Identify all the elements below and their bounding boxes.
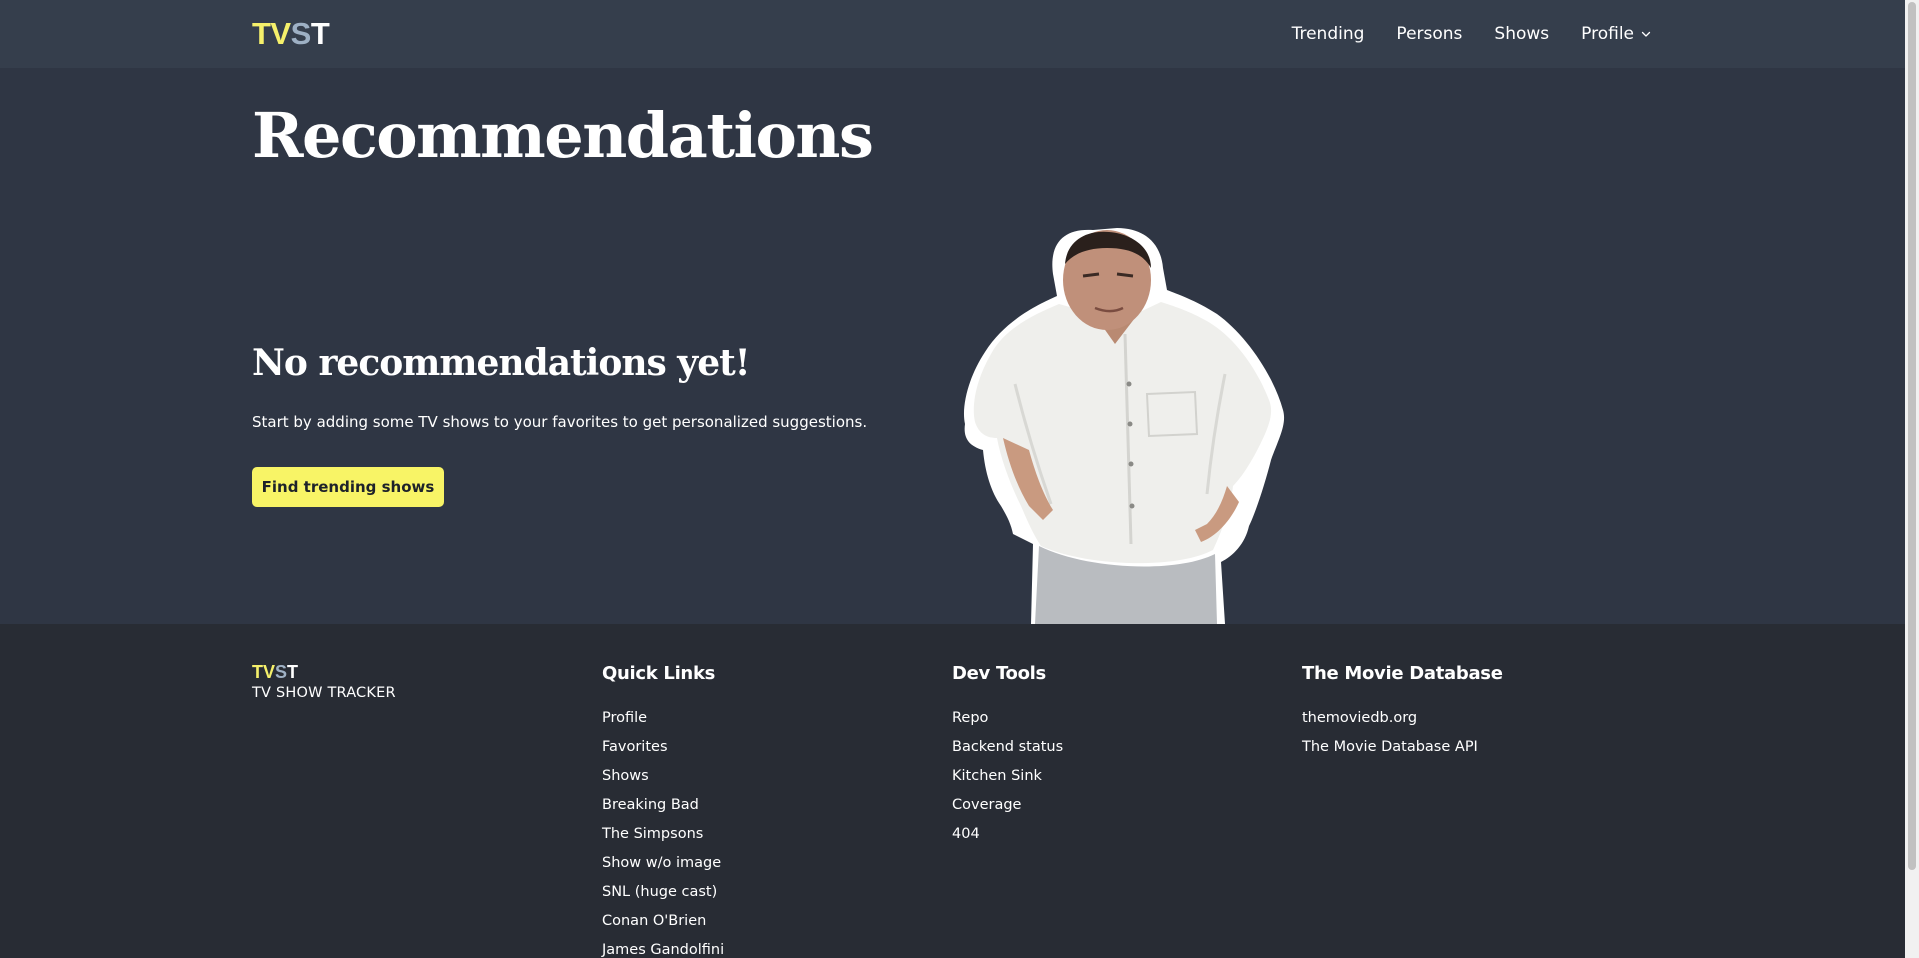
scrollbar-thumb[interactable] xyxy=(1908,2,1916,870)
footer-link-the-simpsons[interactable]: The Simpsons xyxy=(602,820,724,849)
page: TVST Trending Persons Shows Profile Reco… xyxy=(0,0,1905,958)
footer-dev-tools-list: Repo Backend status Kitchen Sink Coverag… xyxy=(952,704,1063,849)
nav-shows-link[interactable]: Shows xyxy=(1494,24,1549,44)
nav-persons-link[interactable]: Persons xyxy=(1396,24,1462,44)
footer-link-snl[interactable]: SNL (huge cast) xyxy=(602,878,724,907)
footer-brand: TVST TV SHOW TRACKER xyxy=(252,662,396,702)
empty-state-text: Start by adding some TV shows to your fa… xyxy=(252,413,868,431)
footer-logo[interactable]: TVST xyxy=(252,662,396,682)
footer-link-profile[interactable]: Profile xyxy=(602,704,724,733)
footer-link-tmdb-api[interactable]: The Movie Database API xyxy=(1302,733,1503,762)
footer-link-kitchen-sink[interactable]: Kitchen Sink xyxy=(952,762,1063,791)
site-logo[interactable]: TVST xyxy=(252,16,330,52)
footer-dev-tools: Dev Tools Repo Backend status Kitchen Si… xyxy=(952,662,1063,849)
logo-part-tv: TV xyxy=(252,16,291,51)
footer-link-shows[interactable]: Shows xyxy=(602,762,724,791)
footer-link-backend-status[interactable]: Backend status xyxy=(952,733,1063,762)
site-footer: TVST TV SHOW TRACKER Quick Links Profile… xyxy=(0,624,1905,958)
footer-link-repo[interactable]: Repo xyxy=(952,704,1063,733)
footer-logo-part-t: T xyxy=(287,662,299,682)
footer-tmdb: The Movie Database themoviedb.org The Mo… xyxy=(1302,662,1503,762)
footer-logo-part-tv: TV xyxy=(252,662,276,682)
footer-link-conan-obrien[interactable]: Conan O'Brien xyxy=(602,907,724,936)
footer-link-breaking-bad[interactable]: Breaking Bad xyxy=(602,791,724,820)
footer-quick-links-list: Profile Favorites Shows Breaking Bad The… xyxy=(602,704,724,958)
page-title: Recommendations xyxy=(252,99,874,172)
chevron-down-icon xyxy=(1641,31,1651,37)
main-content: Recommendations No recommendations yet! … xyxy=(0,68,1905,624)
nav-links: Trending Persons Shows Profile xyxy=(1292,0,1652,68)
empty-state-illustration xyxy=(963,228,1285,624)
footer-tmdb-list: themoviedb.org The Movie Database API xyxy=(1302,704,1503,762)
logo-part-s: S xyxy=(290,16,312,51)
footer-tagline: TV SHOW TRACKER xyxy=(252,685,396,701)
footer-link-favorites[interactable]: Favorites xyxy=(602,733,724,762)
empty-state-title: No recommendations yet! xyxy=(252,342,751,384)
top-nav: TVST Trending Persons Shows Profile xyxy=(0,0,1905,68)
footer-quick-links-heading: Quick Links xyxy=(602,663,716,684)
footer-link-404[interactable]: 404 xyxy=(952,820,1063,849)
footer-logo-part-s: S xyxy=(275,662,288,682)
logo-part-t: T xyxy=(310,16,330,51)
footer-link-coverage[interactable]: Coverage xyxy=(952,791,1063,820)
nav-trending-link[interactable]: Trending xyxy=(1292,24,1365,44)
footer-quick-links: Quick Links Profile Favorites Shows Brea… xyxy=(602,662,724,958)
nav-profile-label: Profile xyxy=(1581,24,1634,44)
footer-link-james-gandolfini[interactable]: James Gandolfini xyxy=(602,936,724,958)
nav-profile-dropdown[interactable]: Profile xyxy=(1581,24,1652,44)
footer-link-show-without-image[interactable]: Show w/o image xyxy=(602,849,724,878)
page-scrollbar[interactable] xyxy=(1905,0,1919,958)
footer-dev-tools-heading: Dev Tools xyxy=(952,663,1046,684)
footer-tmdb-heading: The Movie Database xyxy=(1302,663,1503,684)
find-trending-shows-button[interactable]: Find trending shows xyxy=(252,467,444,507)
footer-link-themoviedb[interactable]: themoviedb.org xyxy=(1302,704,1503,733)
